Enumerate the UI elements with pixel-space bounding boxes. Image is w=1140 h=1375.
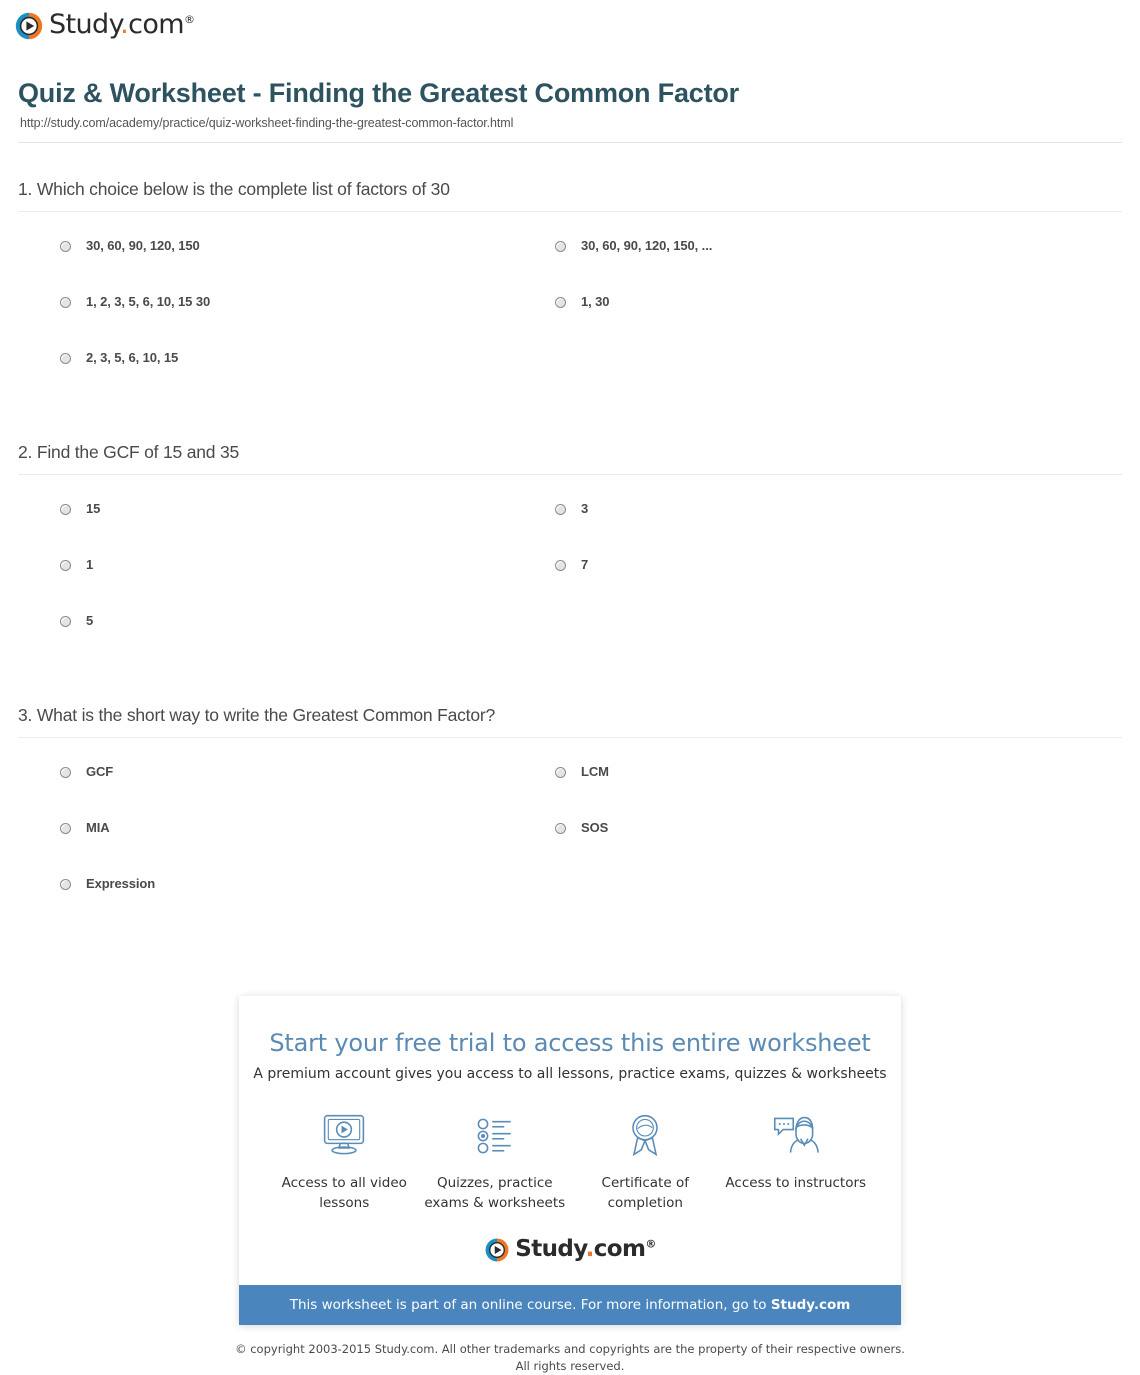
- option-label: 5: [86, 613, 94, 629]
- option-row[interactable]: GCF: [60, 764, 555, 820]
- instructor-chat-icon: [721, 1108, 872, 1164]
- promo-subtext: A premium account gives you access to al…: [253, 1066, 887, 1083]
- logo-trademark: ®: [645, 1237, 656, 1251]
- option-row[interactable]: 5: [60, 613, 555, 669]
- option-row[interactable]: 30, 60, 90, 120, 150: [60, 238, 555, 294]
- feature-item: Access to instructors: [721, 1108, 872, 1213]
- option-label: 7: [581, 557, 589, 573]
- questions-list: 1. Which choice below is the complete li…: [0, 143, 1140, 932]
- option-row[interactable]: SOS: [555, 820, 1050, 876]
- option-row-empty: [555, 613, 1050, 669]
- radio-button-icon[interactable]: [555, 767, 566, 779]
- radio-button-icon[interactable]: [555, 823, 566, 835]
- option-label: 30, 60, 90, 120, 150, ...: [581, 238, 713, 254]
- logo-word-com: com: [128, 9, 184, 40]
- options-grid: 15 1 5 3 7: [18, 475, 1122, 669]
- promo-features: Access to all video lessons Quizzes, pra…: [239, 1082, 901, 1213]
- promo-banner: This worksheet is part of an online cour…: [239, 1285, 901, 1326]
- option-label: 1, 2, 3, 5, 6, 10, 15 30: [86, 294, 211, 310]
- promo-headline: Start your free trial to access this ent…: [269, 1029, 871, 1058]
- option-label: 2, 3, 5, 6, 10, 15: [86, 350, 179, 366]
- monitor-play-icon: [269, 1108, 420, 1164]
- option-label: 3: [581, 501, 589, 517]
- free-trial-promo-card: Start your free trial to access this ent…: [239, 996, 901, 1326]
- feature-label: Quizzes, practice exams & worksheets: [424, 1175, 566, 1211]
- logo-dot: .: [120, 9, 129, 40]
- radio-button-icon[interactable]: [60, 504, 71, 516]
- option-row[interactable]: 3: [555, 501, 1050, 557]
- radio-button-icon[interactable]: [555, 297, 566, 309]
- copyright-line-2: All rights reserved.: [515, 1358, 625, 1373]
- feature-item: Quizzes, practice exams & worksheets: [420, 1108, 571, 1213]
- radio-button-icon[interactable]: [60, 353, 71, 365]
- option-row[interactable]: Expression: [60, 876, 555, 932]
- promo-card-wrapper: Start your free trial to access this ent…: [0, 996, 1140, 1326]
- option-row-empty: [555, 876, 1050, 932]
- feature-label: Certificate of completion: [601, 1175, 689, 1211]
- promo-study-com-logo[interactable]: Study.com®: [239, 1213, 901, 1285]
- header-logo-bar: Study.com®: [0, 0, 1140, 52]
- option-label: LCM: [581, 764, 609, 780]
- radio-button-icon[interactable]: [60, 879, 71, 891]
- option-row[interactable]: 30, 60, 90, 120, 150, ...: [555, 238, 1050, 294]
- question-text: 1. Which choice below is the complete li…: [18, 179, 450, 200]
- quiz-list-icon: [420, 1108, 571, 1164]
- option-row[interactable]: 2, 3, 5, 6, 10, 15: [60, 350, 555, 406]
- logo-trademark: ®: [183, 13, 195, 26]
- feature-label: Access to all video lessons: [281, 1175, 407, 1211]
- option-label: MIA: [86, 820, 110, 836]
- radio-button-icon[interactable]: [555, 560, 566, 572]
- logo-wordmark: Study.com®: [49, 9, 195, 40]
- radio-button-icon[interactable]: [60, 767, 71, 779]
- question-text: 2. Find the GCF of 15 and 35: [18, 442, 240, 463]
- title-block: Quiz & Worksheet - Finding the Greatest …: [0, 52, 1140, 144]
- feature-label: Access to instructors: [725, 1175, 867, 1192]
- play-circle-icon: [484, 1237, 510, 1263]
- option-label: 1: [86, 557, 94, 573]
- option-row[interactable]: 1, 2, 3, 5, 6, 10, 15 30: [60, 294, 555, 350]
- study-com-logo[interactable]: Study.com®: [14, 9, 195, 41]
- radio-button-icon[interactable]: [555, 241, 566, 253]
- award-ribbon-icon: [570, 1108, 721, 1164]
- question-2: 2. Find the GCF of 15 and 35 15 1 5 3 7: [18, 406, 1122, 669]
- promo-banner-link[interactable]: Study.com: [771, 1297, 850, 1313]
- option-row[interactable]: 1: [60, 557, 555, 613]
- options-grid: 30, 60, 90, 120, 150 1, 2, 3, 5, 6, 10, …: [18, 212, 1122, 406]
- question-text: 3. What is the short way to write the Gr…: [18, 705, 496, 726]
- radio-button-icon[interactable]: [60, 616, 71, 628]
- question-1: 1. Which choice below is the complete li…: [18, 143, 1122, 406]
- radio-button-icon[interactable]: [60, 823, 71, 835]
- logo-word-study: Study: [515, 1236, 586, 1263]
- copyright-footer: © copyright 2003-2015 Study.com. All oth…: [0, 1325, 1140, 1374]
- option-row[interactable]: 15: [60, 501, 555, 557]
- feature-item: Access to all video lessons: [269, 1108, 420, 1213]
- logo-word-study: Study: [49, 9, 121, 40]
- radio-button-icon[interactable]: [60, 241, 71, 253]
- option-label: 30, 60, 90, 120, 150: [86, 238, 200, 254]
- option-row[interactable]: 7: [555, 557, 1050, 613]
- copyright-line-1: © copyright 2003-2015 Study.com. All oth…: [235, 1342, 905, 1357]
- page-url: http://study.com/academy/practice/quiz-w…: [20, 116, 514, 131]
- option-row[interactable]: MIA: [60, 820, 555, 876]
- question-3: 3. What is the short way to write the Gr…: [18, 669, 1122, 932]
- option-label: SOS: [581, 820, 609, 836]
- option-row[interactable]: 1, 30: [555, 294, 1050, 350]
- option-label: 1, 30: [581, 294, 610, 310]
- radio-button-icon[interactable]: [555, 504, 566, 516]
- logo-wordmark: Study.com®: [515, 1236, 656, 1263]
- page-title: Quiz & Worksheet - Finding the Greatest …: [18, 78, 739, 108]
- option-label: 15: [86, 501, 101, 517]
- logo-dot: .: [585, 1236, 595, 1263]
- option-label: GCF: [86, 764, 114, 780]
- radio-button-icon[interactable]: [60, 297, 71, 309]
- option-row[interactable]: LCM: [555, 764, 1050, 820]
- play-circle-icon: [14, 11, 44, 41]
- option-row-empty: [555, 350, 1050, 406]
- option-label: Expression: [86, 876, 156, 892]
- logo-word-com: com: [593, 1236, 646, 1263]
- options-grid: GCF MIA Expression LCM SOS: [18, 738, 1122, 932]
- feature-item: Certificate of completion: [570, 1108, 721, 1213]
- radio-button-icon[interactable]: [60, 560, 71, 572]
- promo-banner-text: This worksheet is part of an online cour…: [289, 1297, 771, 1314]
